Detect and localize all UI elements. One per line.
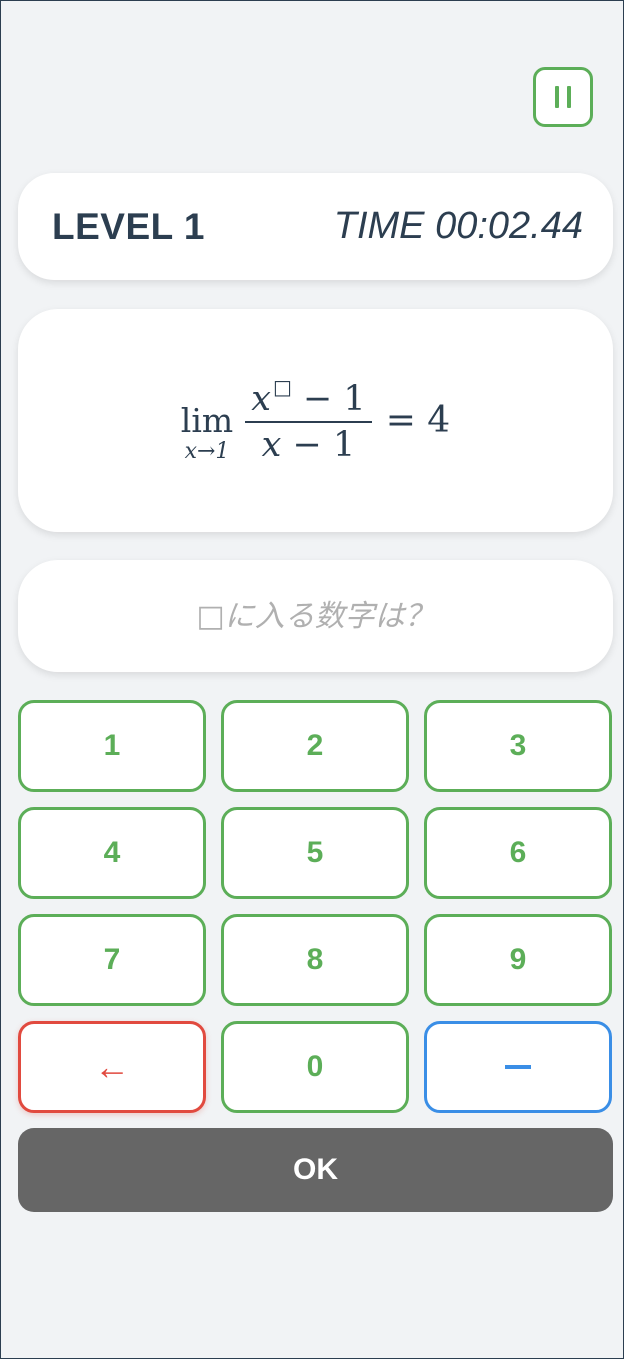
lim-subscript: x→1 xyxy=(184,439,230,464)
pause-icon xyxy=(555,86,571,108)
key-9[interactable]: 9 xyxy=(424,914,612,1006)
level-label: LEVEL 1 xyxy=(52,205,205,247)
key-3[interactable]: 3 xyxy=(424,700,612,792)
limit-equation: lim x→1 x □ − 1 x − 1 = 4 xyxy=(181,374,451,466)
answer-card xyxy=(18,559,613,673)
key-2[interactable]: 2 xyxy=(221,700,409,792)
denominator: x − 1 xyxy=(261,425,356,465)
minus-icon xyxy=(505,1065,531,1069)
key-1[interactable]: 1 xyxy=(18,700,206,792)
ok-button[interactable]: OK xyxy=(18,1128,613,1212)
backspace-button[interactable]: ← xyxy=(18,1021,206,1113)
key-7[interactable]: 7 xyxy=(18,914,206,1006)
key-5[interactable]: 5 xyxy=(221,807,409,899)
fraction: x □ − 1 x − 1 xyxy=(245,374,372,466)
key-6[interactable]: 6 xyxy=(424,807,612,899)
fraction-bar xyxy=(245,421,372,423)
key-4[interactable]: 4 xyxy=(18,807,206,899)
numerator: x □ − 1 xyxy=(251,374,366,419)
status-card: LEVEL 1 TIME 00:02.44 xyxy=(18,173,613,280)
equation-rhs: = 4 xyxy=(385,400,451,441)
blank-box: □ xyxy=(272,374,292,399)
pause-button[interactable] xyxy=(533,67,593,127)
answer-input[interactable] xyxy=(18,559,613,673)
key-8[interactable]: 8 xyxy=(221,914,409,1006)
limit-operator: lim x→1 xyxy=(181,404,233,463)
problem-card: lim x→1 x □ − 1 x − 1 = 4 xyxy=(18,309,613,532)
minus-button[interactable] xyxy=(424,1021,612,1113)
key-0[interactable]: 0 xyxy=(221,1021,409,1113)
lim-text: lim xyxy=(180,401,234,440)
timer-label: TIME 00:02.44 xyxy=(333,205,583,247)
